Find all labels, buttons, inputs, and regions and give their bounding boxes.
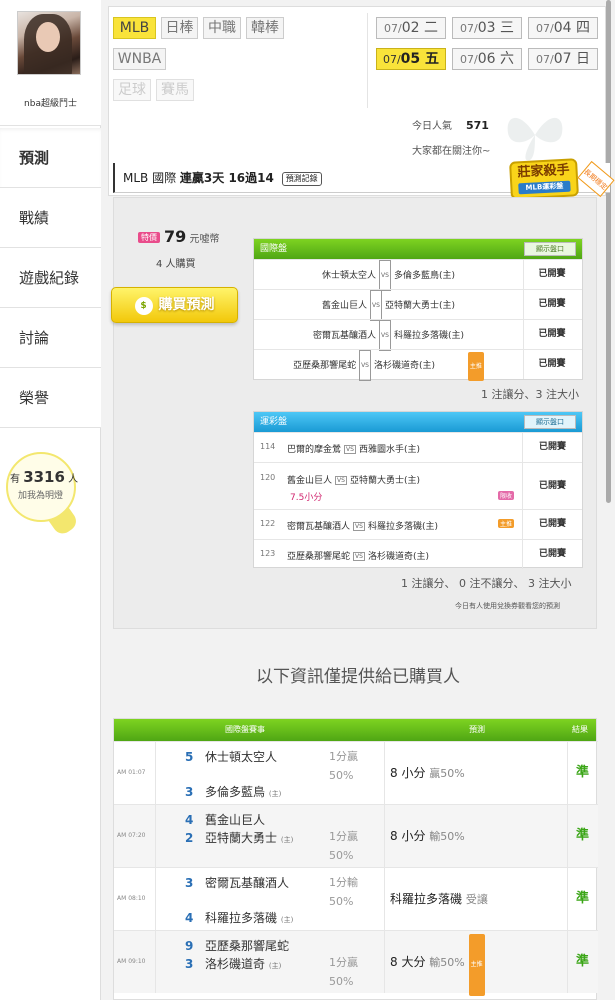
price: 特價 79 元噓幣	[138, 227, 219, 246]
date-0705[interactable]: 07/05 五	[376, 48, 446, 70]
featured-flag: 主推	[467, 352, 484, 381]
intl-header: 國際盤 顯示盤口	[254, 239, 582, 259]
lottery-table: 運彩盤 顯示盤口 114 巴爾的摩金鶯 VS 西雅圖水手(主) 已開賽 120 舊金山巨人 V…	[253, 411, 583, 569]
table-row: AM 09:10 9 亞歷桑那響尾蛇 3 洛杉磯道奇 (主) 1分贏 50% 8 大分…	[114, 930, 598, 996]
butterfly-watermark-icon	[507, 117, 563, 161]
featured-flag: 主推	[498, 519, 515, 528]
league-tab-kbo[interactable]: 韓棒	[246, 17, 284, 39]
table-row: 舊金山巨人 VS 亞特蘭大勇士(主) 已開賽	[254, 289, 582, 321]
league-tab-npb[interactable]: 日棒	[161, 17, 198, 39]
coin-icon: $	[134, 297, 153, 315]
lottery-summary: 1 注讓分、 0 注不讓分、 3 注大小	[401, 577, 572, 590]
league-tab-mlb[interactable]: MLB	[113, 17, 156, 39]
prediction: 8 大分 輸50% 主推	[390, 931, 485, 996]
show-odds-button[interactable]: 顯示盤口	[524, 242, 576, 256]
date-0703[interactable]: 07/03 三	[452, 17, 522, 39]
results-table: 國際盤賽事 預測 結果 AM 01:07 5 休士頓太空人 3 多倫多藍鳥 (主) …	[113, 718, 598, 1000]
sidebar-item-discussion[interactable]: 討論	[0, 308, 101, 368]
record-button[interactable]: 預測記錄	[281, 172, 322, 186]
prediction: 8 小分 輸50%	[390, 829, 465, 843]
prediction: 8 小分 贏50%	[390, 766, 465, 780]
limit-flag: 限收	[498, 491, 515, 500]
league-tab-soccer: 足球	[113, 79, 151, 101]
buy-prediction-button[interactable]: $ 購買預測	[111, 287, 238, 323]
watching-text: 大家都在關注你~	[412, 146, 491, 157]
sidebar-item-record[interactable]: 戰績	[0, 188, 101, 248]
table-row: 114 巴爾的摩金鶯 VS 西雅圖水手(主) 已開賽	[254, 432, 582, 462]
sidebar-item-honor[interactable]: 榮譽	[0, 368, 101, 428]
fans-count: 有 3316 人	[10, 468, 79, 486]
sidebar: nba超級鬥士 預測 戰績 遊戲紀錄 討論 榮譽 有 3316 人 加我為明燈	[0, 0, 101, 1000]
lightbulb-icon[interactable]	[6, 452, 76, 522]
result-badge: 準	[575, 828, 589, 843]
buyers-only-notice: 以下資訊僅提供給已購買人	[256, 667, 460, 687]
table-row: AM 01:07 5 休士頓太空人 3 多倫多藍鳥 (主) 1分贏 50% 8 小分 …	[114, 741, 598, 804]
popularity: 今日人氣 571	[412, 119, 489, 132]
sidebar-item-predict[interactable]: 預測	[0, 128, 101, 188]
league-tab-horse: 賽馬	[156, 79, 194, 101]
result-badge: 準	[575, 891, 589, 906]
scrollbar[interactable]	[606, 0, 611, 503]
bookmaker-killer-badge: 莊家殺手 MLB運彩盤	[509, 158, 579, 200]
intl-table: 國際盤 顯示盤口 休士頓太空人 VS 多倫多藍鳥(主) 已開賽 舊金山巨人 VS 亞特蘭大勇…	[253, 238, 583, 381]
result-badge: 準	[575, 954, 589, 969]
featured-flag: 主推	[468, 934, 485, 996]
fans-caption[interactable]: 加我為明燈	[18, 488, 63, 501]
result-badge: 準	[575, 765, 589, 780]
date-0707[interactable]: 07/07 日	[528, 48, 598, 70]
table-row: 123 亞歷桑那響尾蛇 VS 洛杉磯道奇(主) 已開賽	[254, 539, 582, 569]
lottery-header: 運彩盤 顯示盤口	[254, 412, 582, 432]
table-row: 122 密爾瓦基釀酒人 VS 科羅拉多落磯(主) 主推 已開賽	[254, 509, 582, 539]
table-row: 亞歷桑那響尾蛇 VS 洛杉磯道奇(主) 主推 已開賽	[254, 349, 582, 381]
profile-card: nba超級鬥士	[0, 0, 101, 126]
date-0704[interactable]: 07/04 四	[528, 17, 598, 39]
date-0706[interactable]: 07/06 六	[452, 48, 522, 70]
divider	[367, 13, 368, 108]
table-row: 休士頓太空人 VS 多倫多藍鳥(主) 已開賽	[254, 259, 582, 291]
results-header: 國際盤賽事 預測 結果	[114, 719, 596, 741]
sidebar-item-game-history[interactable]: 遊戲紀錄	[0, 248, 101, 308]
intl-summary: 1 注讓分、3 注大小	[481, 388, 579, 401]
buyer-count: 4 人購買	[156, 259, 196, 270]
date-0702[interactable]: 07/02 二	[376, 17, 446, 39]
prediction: 科羅拉多落磯 受讓	[390, 892, 488, 906]
show-odds-button[interactable]: 顯示盤口	[524, 415, 576, 429]
username: nba超級鬥士	[24, 99, 77, 109]
table-row: 密爾瓦基釀酒人 VS 科羅拉多落磯(主) 已開賽	[254, 319, 582, 351]
table-row: AM 08:10 3 密爾瓦基釀酒人 4 科羅拉多落磯 (主) 1分輸 50% 科羅拉…	[114, 867, 598, 930]
league-tab-wnba[interactable]: WNBA	[113, 48, 166, 70]
table-row: AM 07:20 4 舊金山巨人 2 亞特蘭大勇士 (主) 1分贏 50% 8 小分 …	[114, 804, 598, 867]
avatar[interactable]	[17, 11, 81, 75]
voucher-note: 今日有人使用兌換券觀看您的預測	[455, 602, 560, 610]
table-row: 120 舊金山巨人 VS 亞特蘭大勇士(主) 7.5小分 限收 已開賽	[254, 462, 582, 509]
league-tab-cpbl[interactable]: 中職	[203, 17, 241, 39]
